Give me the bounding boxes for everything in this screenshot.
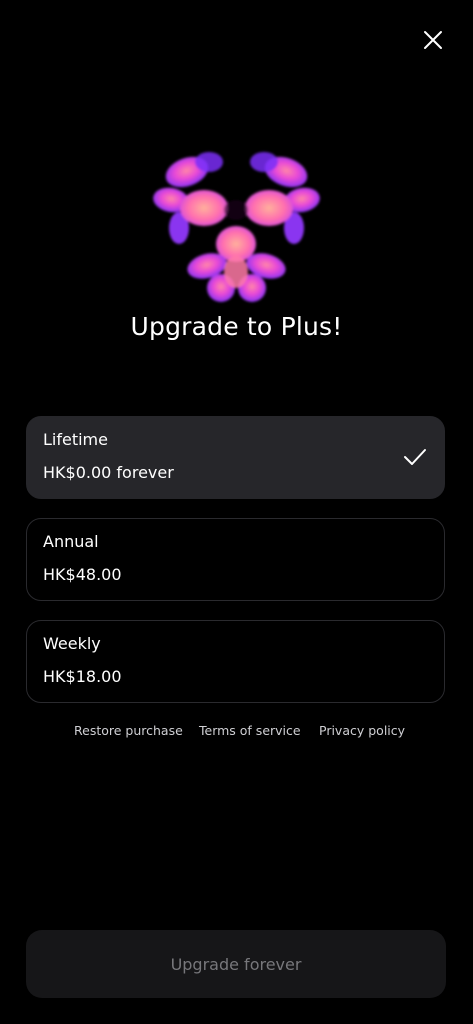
upgrade-button[interactable]: Upgrade forever — [26, 930, 446, 998]
plan-name: Annual — [43, 532, 99, 551]
close-button[interactable] — [416, 23, 450, 57]
close-icon — [424, 31, 442, 49]
plan-option-weekly[interactable]: Weekly HK$18.00 — [26, 620, 445, 703]
plan-option-lifetime[interactable]: Lifetime HK$0.00 forever — [26, 416, 445, 499]
plan-price: HK$18.00 — [43, 667, 122, 686]
plan-price: HK$0.00 forever — [43, 463, 174, 482]
terms-of-service-link[interactable]: Terms of service — [199, 723, 301, 738]
privacy-policy-link[interactable]: Privacy policy — [319, 723, 405, 738]
upgrade-button-label: Upgrade forever — [170, 954, 302, 974]
app-logo-icon — [153, 152, 320, 302]
plan-name: Lifetime — [43, 430, 108, 449]
footer-links: Restore purchase Terms of service Privac… — [0, 723, 473, 741]
checkmark-icon — [404, 449, 426, 465]
page-title: Upgrade to Plus! — [130, 312, 343, 341]
plan-name: Weekly — [43, 634, 101, 653]
restore-purchase-link[interactable]: Restore purchase — [74, 723, 183, 738]
plan-price: HK$48.00 — [43, 565, 122, 584]
plan-option-annual[interactable]: Annual HK$48.00 — [26, 518, 445, 601]
